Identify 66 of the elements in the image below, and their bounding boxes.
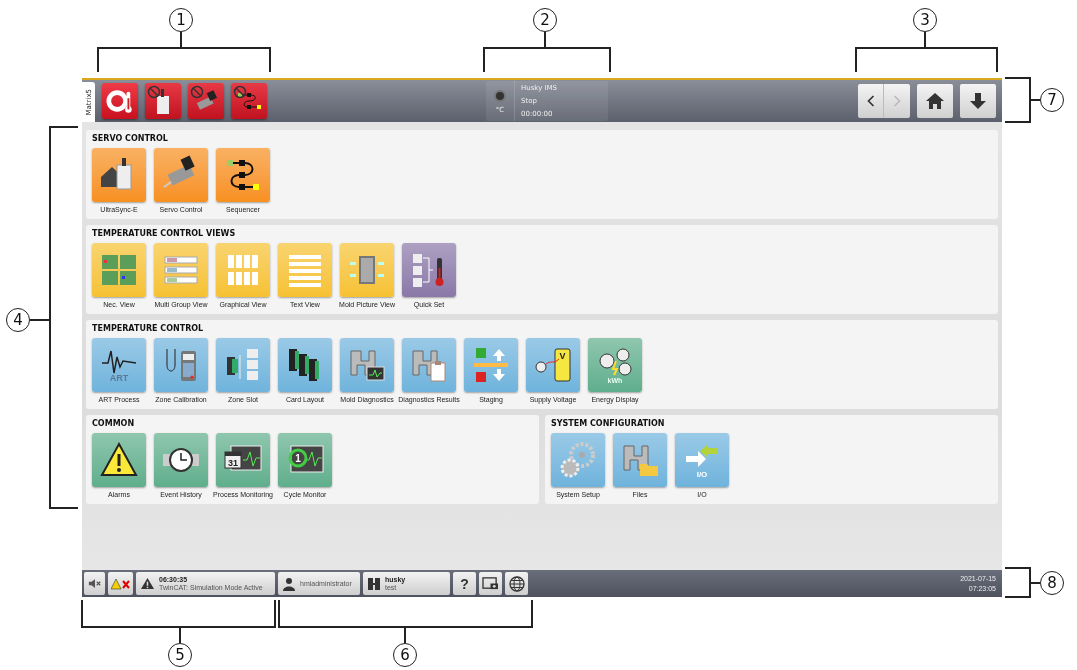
callout-number: 2 xyxy=(533,8,557,32)
chevron-left-icon xyxy=(865,94,876,108)
callout-number: 3 xyxy=(913,8,937,32)
ring-thermometer-icon xyxy=(106,87,134,115)
callout-number: 1 xyxy=(169,8,193,32)
gears-icon xyxy=(558,440,598,480)
warning-icon xyxy=(140,577,155,590)
section-title: SYSTEM CONFIGURATION xyxy=(551,419,666,428)
app-tile[interactable]: 31 xyxy=(216,433,270,487)
app-tile[interactable] xyxy=(154,148,208,202)
down-arrow-icon xyxy=(969,92,987,110)
app-tile[interactable] xyxy=(92,148,146,202)
app-tile[interactable] xyxy=(278,243,332,297)
home-button[interactable] xyxy=(917,84,953,118)
app-tile[interactable] xyxy=(278,338,332,392)
app-tile[interactable] xyxy=(92,433,146,487)
logo-icon xyxy=(367,576,381,591)
prohibited-icon xyxy=(233,85,247,99)
app-tile[interactable] xyxy=(464,338,518,392)
callout-bracket xyxy=(1004,567,1041,598)
globe-icon xyxy=(508,575,525,592)
mute-button[interactable] xyxy=(84,572,105,595)
back-button[interactable] xyxy=(858,84,884,118)
screenshot-button[interactable] xyxy=(479,572,502,595)
app-tile[interactable]: V xyxy=(526,338,580,392)
app-tile[interactable] xyxy=(551,433,605,487)
app-tile[interactable] xyxy=(92,243,146,297)
warning-cross-icon xyxy=(110,577,131,590)
chevron-right-icon xyxy=(892,94,902,108)
callout-bracket xyxy=(1004,77,1041,123)
callout-number: 8 xyxy=(1040,571,1064,595)
language-button[interactable] xyxy=(505,572,528,595)
prohibited-icon xyxy=(190,85,204,99)
app-tile[interactable] xyxy=(402,338,456,392)
app-tile[interactable] xyxy=(216,338,270,392)
help-button[interactable]: ? xyxy=(453,572,476,595)
section-title: TEMPERATURE CONTROL xyxy=(92,324,205,333)
person-icon xyxy=(282,576,296,591)
app-tile[interactable] xyxy=(402,243,456,297)
module-button[interactable] xyxy=(102,83,138,119)
callout-number: 7 xyxy=(1040,88,1064,112)
device-icon xyxy=(156,87,170,115)
speaker-muted-icon xyxy=(87,578,102,589)
section-title: COMMON xyxy=(92,419,136,428)
section-title: TEMPERATURE CONTROL VIEWS xyxy=(92,229,237,238)
section-title: SERVO CONTROL xyxy=(92,134,169,143)
home-icon xyxy=(925,92,945,110)
flowchart-icon xyxy=(236,92,262,110)
callout-number: 6 xyxy=(393,643,417,667)
callout-number: 5 xyxy=(168,643,192,667)
app-tile[interactable]: 1 xyxy=(278,433,332,487)
app-tile[interactable] xyxy=(216,148,270,202)
alarm-reset-button[interactable] xyxy=(108,572,133,595)
app-tile[interactable] xyxy=(340,338,394,392)
app-tile[interactable] xyxy=(154,338,208,392)
status-lamp-icon xyxy=(493,88,507,103)
app-tile[interactable] xyxy=(340,243,394,297)
callout-number: 4 xyxy=(6,308,30,332)
staging-icon xyxy=(471,345,511,385)
app-tile[interactable] xyxy=(613,433,667,487)
window-camera-icon xyxy=(482,576,499,591)
app-tile[interactable] xyxy=(216,243,270,297)
download-button[interactable] xyxy=(960,84,996,118)
app-tile[interactable] xyxy=(154,243,208,297)
app-tile[interactable] xyxy=(154,433,208,487)
prohibited-icon xyxy=(147,85,161,99)
